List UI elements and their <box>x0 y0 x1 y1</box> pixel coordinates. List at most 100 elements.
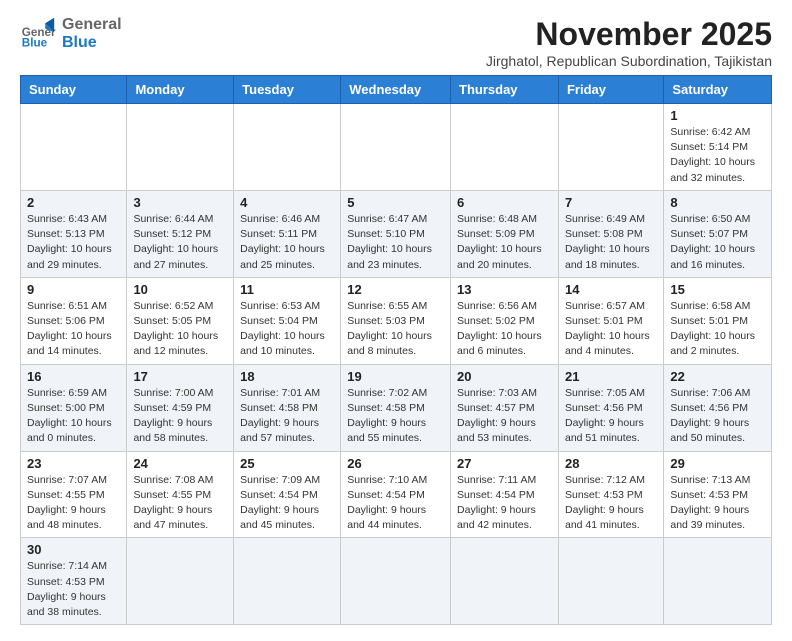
calendar-cell: 4 Sunrise: 6:46 AMSunset: 5:11 PMDaylight… <box>234 190 341 277</box>
day-info: Sunrise: 7:02 AMSunset: 4:58 PMDaylight:… <box>347 386 444 447</box>
calendar-cell: 7 Sunrise: 6:49 AMSunset: 5:08 PMDaylight… <box>558 190 663 277</box>
header-monday: Monday <box>127 76 234 104</box>
day-info: Sunrise: 7:00 AMSunset: 4:59 PMDaylight:… <box>133 386 227 447</box>
calendar-cell <box>451 104 559 191</box>
calendar-cell: 8 Sunrise: 6:50 AMSunset: 5:07 PMDaylight… <box>664 190 772 277</box>
header-sunday: Sunday <box>21 76 127 104</box>
day-info: Sunrise: 7:13 AMSunset: 4:53 PMDaylight:… <box>670 473 765 534</box>
day-info: Sunrise: 6:48 AMSunset: 5:09 PMDaylight:… <box>457 212 552 273</box>
day-number: 16 <box>27 369 120 384</box>
calendar-cell: 12 Sunrise: 6:55 AMSunset: 5:03 PMDayligh… <box>341 277 451 364</box>
calendar-cell: 18 Sunrise: 7:01 AMSunset: 4:58 PMDayligh… <box>234 364 341 451</box>
day-number: 13 <box>457 282 552 297</box>
day-number: 20 <box>457 369 552 384</box>
calendar-cell: 14Sunrise: 6:57 AMSunset: 5:01 PMDayligh… <box>558 277 663 364</box>
day-info: Sunrise: 7:07 AMSunset: 4:55 PMDaylight:… <box>27 473 120 534</box>
calendar-table: SundayMondayTuesdayWednesdayThursdayFrid… <box>20 75 772 625</box>
day-info: Sunrise: 7:05 AMSunset: 4:56 PMDaylight:… <box>565 386 657 447</box>
logo: General Blue General Blue <box>20 16 122 52</box>
day-info: Sunrise: 6:51 AMSunset: 5:06 PMDaylight:… <box>27 299 120 360</box>
day-info: Sunrise: 7:14 AMSunset: 4:53 PMDaylight:… <box>27 559 120 620</box>
day-number: 3 <box>133 195 227 210</box>
day-info: Sunrise: 6:42 AMSunset: 5:14 PMDaylight:… <box>670 125 765 186</box>
day-number: 22 <box>670 369 765 384</box>
day-number: 8 <box>670 195 765 210</box>
calendar-cell: 13 Sunrise: 6:56 AMSunset: 5:02 PMDayligh… <box>451 277 559 364</box>
day-number: 21 <box>565 369 657 384</box>
calendar-cell: 29Sunrise: 7:13 AMSunset: 4:53 PMDayligh… <box>664 451 772 538</box>
day-info: Sunrise: 6:59 AMSunset: 5:00 PMDaylight:… <box>27 386 120 447</box>
calendar-cell: 28 Sunrise: 7:12 AMSunset: 4:53 PMDayligh… <box>558 451 663 538</box>
svg-text:Blue: Blue <box>22 37 48 50</box>
day-number: 30 <box>27 542 120 557</box>
calendar-cell <box>234 104 341 191</box>
day-number: 12 <box>347 282 444 297</box>
calendar-cell: 1 Sunrise: 6:42 AMSunset: 5:14 PMDaylight… <box>664 104 772 191</box>
day-info: Sunrise: 6:46 AMSunset: 5:11 PMDaylight:… <box>240 212 334 273</box>
day-info: Sunrise: 7:11 AMSunset: 4:54 PMDaylight:… <box>457 473 552 534</box>
calendar-cell: 2 Sunrise: 6:43 AMSunset: 5:13 PMDaylight… <box>21 190 127 277</box>
day-number: 4 <box>240 195 334 210</box>
day-number: 1 <box>670 108 765 123</box>
day-number: 17 <box>133 369 227 384</box>
header-thursday: Thursday <box>451 76 559 104</box>
header: General Blue General Blue November 2025 … <box>20 16 772 69</box>
calendar-cell: 27Sunrise: 7:11 AMSunset: 4:54 PMDayligh… <box>451 451 559 538</box>
day-info: Sunrise: 6:56 AMSunset: 5:02 PMDaylight:… <box>457 299 552 360</box>
calendar-week-row: 9 Sunrise: 6:51 AMSunset: 5:06 PMDaylight… <box>21 277 772 364</box>
day-number: 11 <box>240 282 334 297</box>
day-number: 23 <box>27 456 120 471</box>
day-number: 28 <box>565 456 657 471</box>
day-number: 9 <box>27 282 120 297</box>
calendar-cell: 6 Sunrise: 6:48 AMSunset: 5:09 PMDaylight… <box>451 190 559 277</box>
day-number: 6 <box>457 195 552 210</box>
calendar-cell: 10 Sunrise: 6:52 AMSunset: 5:05 PMDayligh… <box>127 277 234 364</box>
day-info: Sunrise: 6:50 AMSunset: 5:07 PMDaylight:… <box>670 212 765 273</box>
day-number: 2 <box>27 195 120 210</box>
day-info: Sunrise: 6:52 AMSunset: 5:05 PMDaylight:… <box>133 299 227 360</box>
day-info: Sunrise: 7:06 AMSunset: 4:56 PMDaylight:… <box>670 386 765 447</box>
header-saturday: Saturday <box>664 76 772 104</box>
calendar-cell: 24 Sunrise: 7:08 AMSunset: 4:55 PMDayligh… <box>127 451 234 538</box>
calendar-cell: 3Sunrise: 6:44 AMSunset: 5:12 PMDaylight… <box>127 190 234 277</box>
calendar-cell <box>127 104 234 191</box>
day-number: 24 <box>133 456 227 471</box>
day-info: Sunrise: 6:43 AMSunset: 5:13 PMDaylight:… <box>27 212 120 273</box>
day-info: Sunrise: 6:55 AMSunset: 5:03 PMDaylight:… <box>347 299 444 360</box>
header-friday: Friday <box>558 76 663 104</box>
header-tuesday: Tuesday <box>234 76 341 104</box>
calendar-week-row: 1 Sunrise: 6:42 AMSunset: 5:14 PMDaylight… <box>21 104 772 191</box>
calendar-cell: 16 Sunrise: 6:59 AMSunset: 5:00 PMDayligh… <box>21 364 127 451</box>
calendar-cell: 23 Sunrise: 7:07 AMSunset: 4:55 PMDayligh… <box>21 451 127 538</box>
day-info: Sunrise: 7:12 AMSunset: 4:53 PMDaylight:… <box>565 473 657 534</box>
day-info: Sunrise: 7:03 AMSunset: 4:57 PMDaylight:… <box>457 386 552 447</box>
location-subtitle: Jirghatol, Republican Subordination, Taj… <box>486 53 772 69</box>
day-number: 10 <box>133 282 227 297</box>
calendar-cell <box>341 104 451 191</box>
day-number: 5 <box>347 195 444 210</box>
day-number: 7 <box>565 195 657 210</box>
calendar-cell: 9 Sunrise: 6:51 AMSunset: 5:06 PMDaylight… <box>21 277 127 364</box>
day-info: Sunrise: 7:08 AMSunset: 4:55 PMDaylight:… <box>133 473 227 534</box>
month-title: November 2025 <box>486 16 772 53</box>
logo-icon: General Blue <box>20 16 56 52</box>
title-area: November 2025 Jirghatol, Republican Subo… <box>486 16 772 69</box>
calendar-cell: 22 Sunrise: 7:06 AMSunset: 4:56 PMDayligh… <box>664 364 772 451</box>
calendar-cell <box>558 104 663 191</box>
calendar-cell: 17 Sunrise: 7:00 AMSunset: 4:59 PMDayligh… <box>127 364 234 451</box>
header-wednesday: Wednesday <box>341 76 451 104</box>
calendar-cell: 11Sunrise: 6:53 AMSunset: 5:04 PMDayligh… <box>234 277 341 364</box>
day-number: 18 <box>240 369 334 384</box>
day-info: Sunrise: 7:01 AMSunset: 4:58 PMDaylight:… <box>240 386 334 447</box>
calendar-cell: 15Sunrise: 6:58 AMSunset: 5:01 PMDayligh… <box>664 277 772 364</box>
calendar-cell: 21 Sunrise: 7:05 AMSunset: 4:56 PMDayligh… <box>558 364 663 451</box>
calendar-week-row: 16 Sunrise: 6:59 AMSunset: 5:00 PMDayligh… <box>21 364 772 451</box>
day-info: Sunrise: 6:58 AMSunset: 5:01 PMDaylight:… <box>670 299 765 360</box>
calendar-week-row: 23 Sunrise: 7:07 AMSunset: 4:55 PMDayligh… <box>21 451 772 538</box>
calendar-week-row: 2 Sunrise: 6:43 AMSunset: 5:13 PMDaylight… <box>21 190 772 277</box>
logo-blue: Blue <box>62 34 122 52</box>
day-info: Sunrise: 7:10 AMSunset: 4:54 PMDaylight:… <box>347 473 444 534</box>
day-number: 26 <box>347 456 444 471</box>
day-info: Sunrise: 6:49 AMSunset: 5:08 PMDaylight:… <box>565 212 657 273</box>
day-info: Sunrise: 6:47 AMSunset: 5:10 PMDaylight:… <box>347 212 444 273</box>
